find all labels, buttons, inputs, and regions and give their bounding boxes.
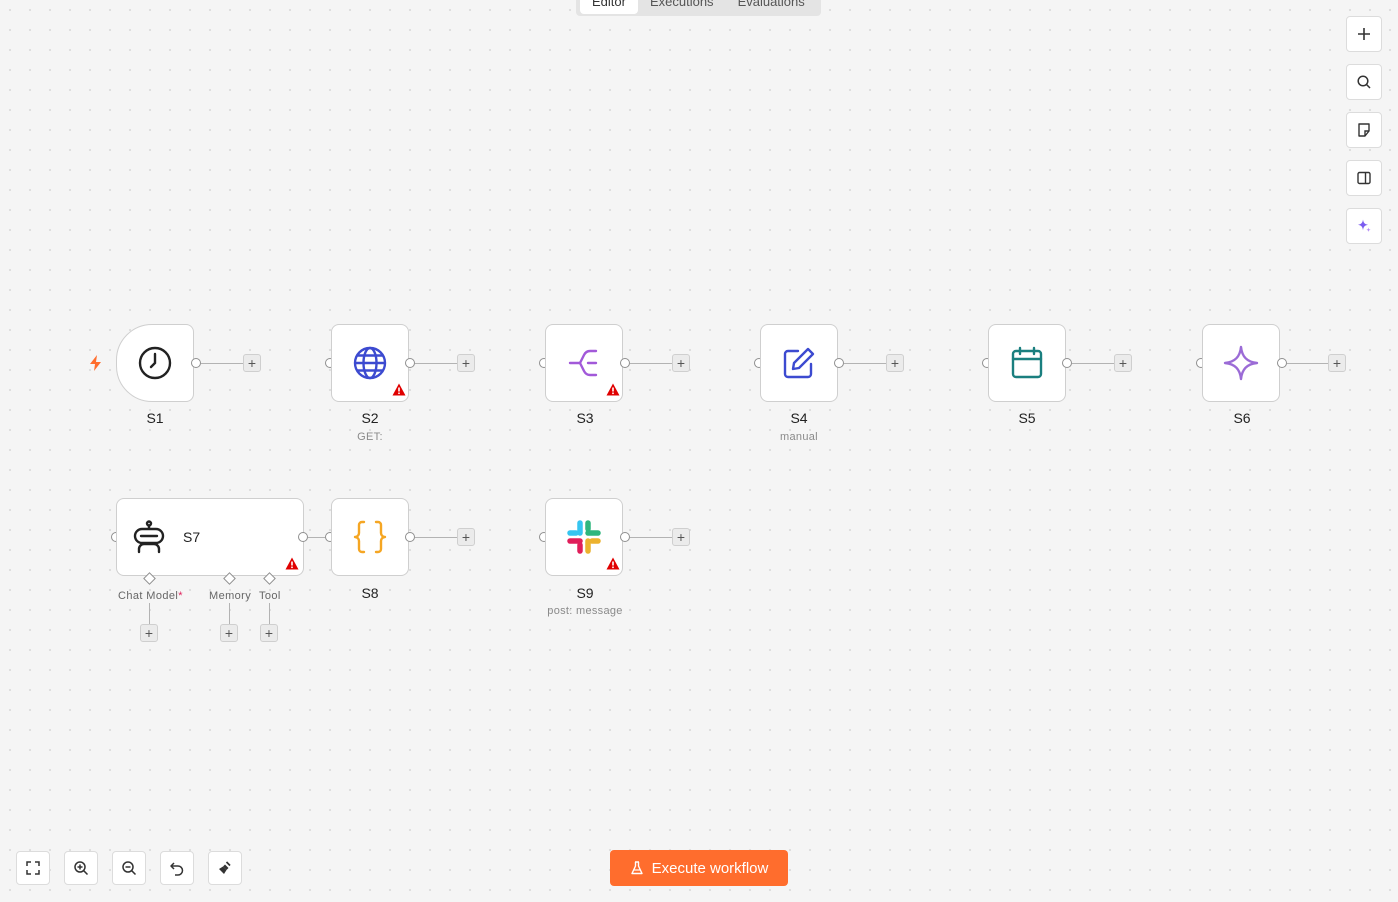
ai-assistant-button[interactable] bbox=[1346, 208, 1382, 244]
warning-icon bbox=[392, 383, 406, 396]
tab-executions[interactable]: Executions bbox=[638, 0, 726, 14]
globe-icon bbox=[353, 346, 387, 380]
node-label-s7: S7 bbox=[183, 529, 201, 545]
robot-icon bbox=[133, 520, 165, 554]
add-after-s4-button[interactable]: + bbox=[886, 354, 904, 372]
connector-line bbox=[1072, 363, 1114, 364]
output-port[interactable] bbox=[1277, 358, 1287, 368]
add-node-button[interactable] bbox=[1346, 16, 1382, 52]
view-tabs: Editor Executions Evaluations bbox=[576, 0, 821, 16]
connector-line bbox=[308, 537, 325, 538]
zoom-in-button[interactable] bbox=[64, 851, 98, 885]
undo-icon bbox=[170, 862, 184, 876]
warning-icon bbox=[285, 557, 299, 570]
node-subtitle-s2: GET: bbox=[357, 431, 383, 443]
add-after-s8-button[interactable]: + bbox=[457, 528, 475, 546]
node-label-s9: S9 bbox=[576, 585, 594, 601]
node-subtitle-s9: post: message bbox=[547, 605, 623, 617]
connector-line bbox=[415, 537, 457, 538]
node-label-s2: S2 bbox=[361, 410, 379, 426]
add-after-s2-button[interactable]: + bbox=[457, 354, 475, 372]
braces-icon bbox=[353, 520, 387, 554]
warning-icon bbox=[606, 557, 620, 570]
add-after-s6-button[interactable]: + bbox=[1328, 354, 1346, 372]
toggle-panel-button[interactable] bbox=[1346, 160, 1382, 196]
node-label-s6: S6 bbox=[1233, 410, 1251, 426]
undo-button[interactable] bbox=[160, 851, 194, 885]
trigger-bolt-icon bbox=[90, 355, 101, 371]
plus-icon bbox=[1358, 28, 1370, 40]
node-s5[interactable] bbox=[988, 324, 1066, 402]
output-port[interactable] bbox=[620, 358, 630, 368]
search-icon bbox=[1357, 75, 1371, 89]
broom-icon bbox=[219, 861, 231, 874]
tab-evaluations[interactable]: Evaluations bbox=[726, 0, 817, 14]
execute-workflow-button[interactable]: Execute workflow bbox=[610, 850, 788, 886]
node-s3[interactable] bbox=[545, 324, 623, 402]
sticky-note-button[interactable] bbox=[1346, 112, 1382, 148]
connector-line bbox=[269, 603, 270, 625]
add-after-s5-button[interactable]: + bbox=[1114, 354, 1132, 372]
connector-line bbox=[630, 537, 672, 538]
slack-icon bbox=[567, 520, 601, 554]
tab-editor[interactable]: Editor bbox=[580, 0, 638, 14]
chat-model-label: Chat Model* bbox=[118, 590, 183, 602]
panel-toggle-icon bbox=[1357, 171, 1371, 185]
output-port[interactable] bbox=[620, 532, 630, 542]
add-chat-model-button[interactable]: + bbox=[140, 624, 158, 642]
output-port[interactable] bbox=[191, 358, 201, 368]
node-s7[interactable]: S7 bbox=[116, 498, 304, 576]
zoom-in-icon bbox=[74, 861, 89, 876]
node-s8[interactable] bbox=[331, 498, 409, 576]
node-label-s4: S4 bbox=[790, 410, 808, 426]
connector-line bbox=[630, 363, 672, 364]
fullscreen-icon bbox=[26, 861, 40, 875]
node-s6[interactable] bbox=[1202, 324, 1280, 402]
zoom-out-button[interactable] bbox=[112, 851, 146, 885]
add-after-s1-button[interactable]: + bbox=[243, 354, 261, 372]
fit-view-button[interactable] bbox=[16, 851, 50, 885]
edit-icon bbox=[783, 347, 815, 379]
branch-icon bbox=[568, 349, 598, 377]
output-port[interactable] bbox=[1062, 358, 1072, 368]
output-port[interactable] bbox=[405, 532, 415, 542]
node-s2[interactable] bbox=[331, 324, 409, 402]
connector-line bbox=[844, 363, 886, 364]
connector-line bbox=[149, 603, 150, 625]
calendar-icon bbox=[1011, 346, 1043, 379]
add-memory-button[interactable]: + bbox=[220, 624, 238, 642]
sticky-note-icon bbox=[1358, 123, 1370, 137]
tool-label: Tool bbox=[259, 590, 281, 602]
node-label-s1: S1 bbox=[146, 410, 164, 426]
connector-line bbox=[415, 363, 457, 364]
search-button[interactable] bbox=[1346, 64, 1382, 100]
add-after-s9-button[interactable]: + bbox=[672, 528, 690, 546]
output-port[interactable] bbox=[298, 532, 308, 542]
add-after-s3-button[interactable]: + bbox=[672, 354, 690, 372]
connector-line bbox=[229, 603, 230, 625]
flask-icon bbox=[630, 861, 643, 875]
node-label-s3: S3 bbox=[576, 410, 594, 426]
connector-line bbox=[201, 363, 243, 364]
node-s9[interactable] bbox=[545, 498, 623, 576]
memory-label: Memory bbox=[209, 590, 252, 602]
node-label-s8: S8 bbox=[361, 585, 379, 601]
zoom-out-icon bbox=[122, 861, 137, 876]
output-port[interactable] bbox=[405, 358, 415, 368]
execute-workflow-label: Execute workflow bbox=[651, 859, 769, 877]
sparkle-icon bbox=[1223, 345, 1259, 381]
ai-sparkle-icon bbox=[1358, 219, 1371, 233]
node-s4[interactable] bbox=[760, 324, 838, 402]
node-s1[interactable] bbox=[116, 324, 194, 402]
node-subtitle-s4: manual bbox=[780, 431, 818, 443]
output-port[interactable] bbox=[834, 358, 844, 368]
clock-icon bbox=[138, 346, 172, 380]
warning-icon bbox=[606, 383, 620, 396]
connector-line bbox=[1287, 363, 1329, 364]
node-label-s5: S5 bbox=[1018, 410, 1036, 426]
tidy-up-button[interactable] bbox=[208, 851, 242, 885]
add-tool-button[interactable]: + bbox=[260, 624, 278, 642]
